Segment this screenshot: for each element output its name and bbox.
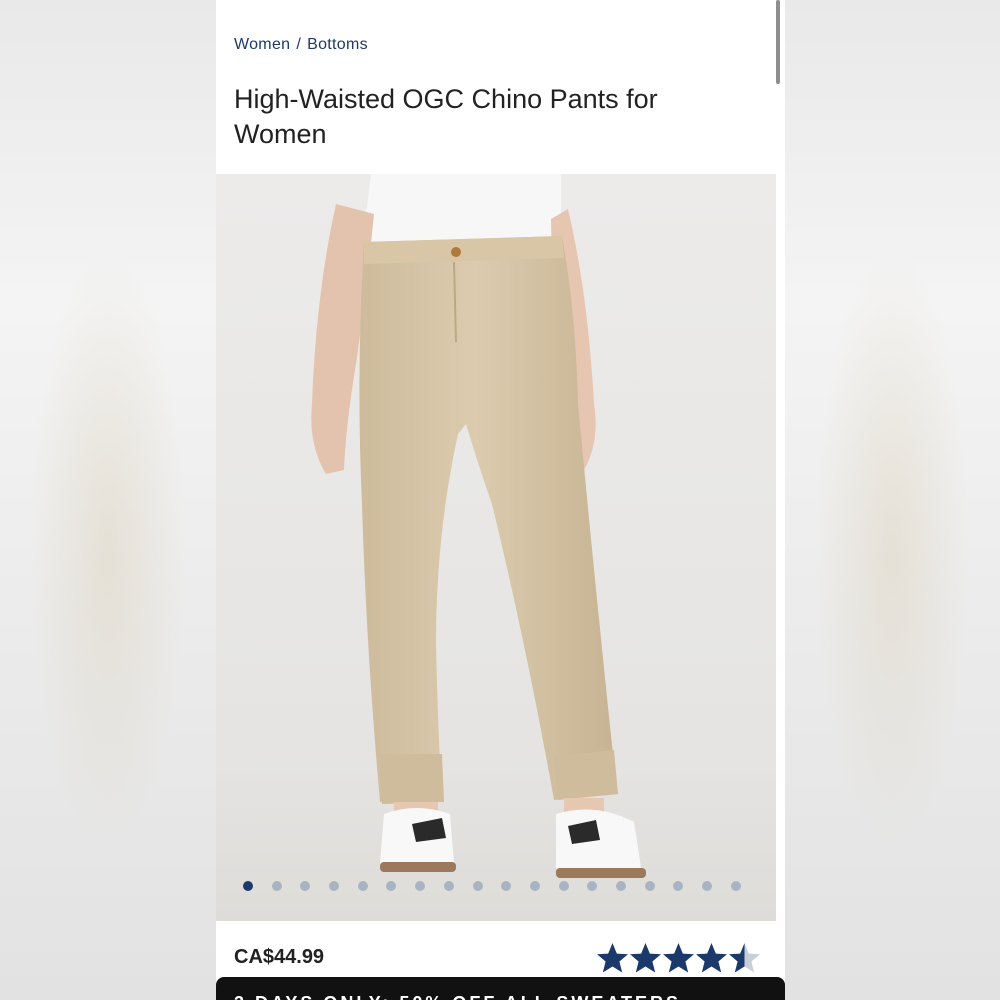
carousel-dot[interactable] xyxy=(730,881,741,891)
carousel-dot[interactable] xyxy=(300,881,311,891)
carousel-dot[interactable] xyxy=(357,881,368,891)
product-image-carousel[interactable] xyxy=(216,174,776,921)
carousel-dot[interactable] xyxy=(386,881,397,891)
carousel-dot[interactable] xyxy=(529,881,540,891)
background-blur-right xyxy=(785,0,1000,1000)
carousel-dot[interactable] xyxy=(673,881,684,891)
carousel-dot[interactable] xyxy=(271,881,282,891)
carousel-dot[interactable] xyxy=(415,881,426,891)
product-page: Women / Bottoms High-Waisted OGC Chino Pan… xyxy=(216,0,785,1000)
carousel-dot[interactable] xyxy=(587,881,598,891)
carousel-pagination xyxy=(243,880,759,892)
breadcrumb: Women / Bottoms xyxy=(234,36,368,54)
carousel-dot[interactable] xyxy=(702,881,712,891)
carousel-dot[interactable] xyxy=(243,881,253,891)
product-title: High-Waisted OGC Chino Pants for Women xyxy=(234,84,658,149)
rating-stars[interactable] xyxy=(596,942,761,974)
carousel-dot[interactable] xyxy=(443,881,454,891)
star-icon xyxy=(597,943,628,973)
carousel-dot[interactable] xyxy=(501,881,512,891)
carousel-dot[interactable] xyxy=(558,881,569,891)
breadcrumb-separator: / xyxy=(296,36,302,53)
scrollbar[interactable] xyxy=(776,0,780,84)
carousel-dot[interactable] xyxy=(472,881,483,891)
star-icon xyxy=(663,943,694,973)
star-icon xyxy=(696,943,727,973)
breadcrumb-women-link[interactable]: Women xyxy=(234,36,290,53)
star-icon xyxy=(729,943,760,973)
star-icon xyxy=(630,943,661,973)
breadcrumb-bottoms-link[interactable]: Bottoms xyxy=(307,36,368,53)
background-blur-left xyxy=(0,0,216,1000)
product-photo xyxy=(216,174,776,921)
carousel-dot[interactable] xyxy=(644,881,655,891)
carousel-dot[interactable] xyxy=(615,881,626,891)
carousel-dot[interactable] xyxy=(329,881,340,891)
product-price: CA$44.99 xyxy=(234,946,325,968)
promo-banner[interactable]: 3 DAYS ONLY: 50% OFF ALL SWEATERS xyxy=(216,977,785,1000)
